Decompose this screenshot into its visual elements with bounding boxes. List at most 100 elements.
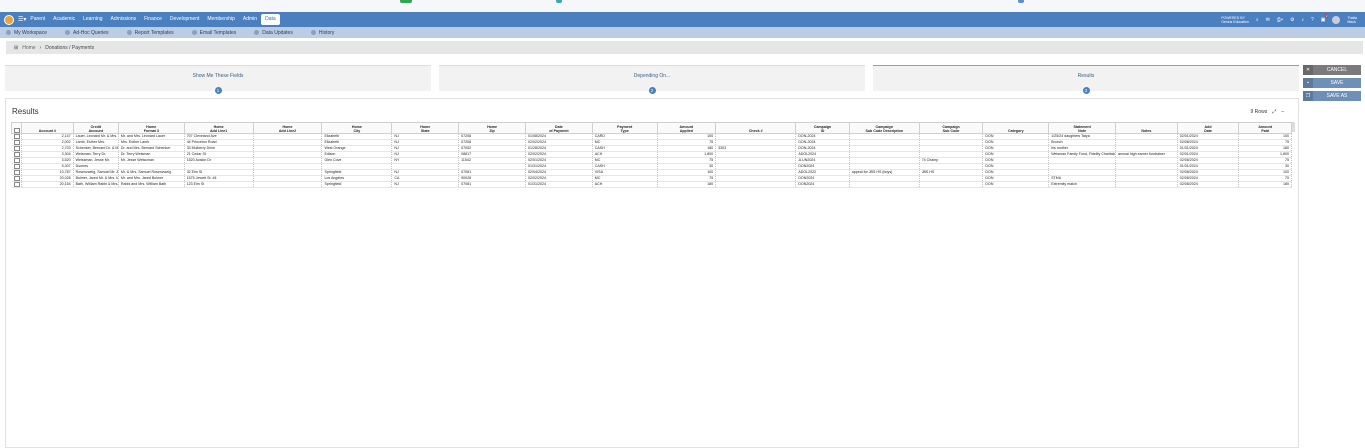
nav-item-development[interactable]: Development: [166, 12, 203, 27]
sub-nav: My Workspace Ad-Hoc Queries Report Templ…: [0, 27, 1365, 38]
column-header[interactable]: Category: [982, 122, 1050, 134]
row-checkbox[interactable]: [13, 182, 20, 187]
table-cell: 180: [657, 181, 717, 188]
nav-item-learning[interactable]: Learning: [79, 12, 106, 27]
column-header[interactable]: Notes: [1115, 122, 1178, 134]
column-header[interactable]: Account #: [21, 122, 74, 134]
select-all-checkbox[interactable]: [13, 128, 20, 133]
breadcrumb-current: Donations / Payments: [45, 44, 95, 51]
collapse-icon[interactable]: –: [1281, 109, 1284, 115]
expand-icon[interactable]: ⤢: [1272, 109, 1276, 115]
grid-icon[interactable]: ☰▾: [18, 16, 26, 23]
breadcrumb-separator: ›: [39, 44, 42, 51]
column-header[interactable]: Home Add Line1: [183, 122, 254, 134]
row-count: 9 Rows: [1250, 109, 1268, 115]
cancel-button[interactable]: ✕ CANCEL: [1303, 65, 1361, 75]
results-title: Results: [12, 107, 39, 116]
settings-icon[interactable]: ⚙: [1290, 17, 1294, 23]
search-icon[interactable]: ⌕: [1256, 17, 1259, 23]
nav-item-admissions[interactable]: Admissions: [107, 12, 141, 27]
nav-item-academic[interactable]: Academic: [49, 12, 79, 27]
powered-brand: Genius Education: [1221, 19, 1249, 24]
subnav-email-templates[interactable]: Email Templates: [186, 30, 249, 36]
table-cell: 123 Elm St: [184, 181, 254, 188]
subnav-my-workspace[interactable]: My Workspace: [0, 30, 59, 36]
column-header[interactable]: Campaign Sub Code: [918, 122, 984, 134]
avatar[interactable]: [1332, 15, 1341, 24]
row-checkbox[interactable]: [13, 164, 20, 169]
bell-icon[interactable]: ♪: [1301, 17, 1304, 23]
main-nav: ☰▾ Parent Academic Learning Admissions F…: [0, 12, 1365, 27]
row-checkbox[interactable]: [13, 146, 20, 151]
action-buttons: ✕ CANCEL ▪ SAVE ❐ SAVE AS: [1303, 65, 1361, 104]
column-header[interactable]: Credit Account: [72, 122, 119, 134]
step-fields[interactable]: Show Me These Fields 1: [5, 65, 431, 94]
step-results[interactable]: Results 3: [873, 65, 1299, 94]
table-cell: [715, 181, 797, 188]
row-checkbox[interactable]: [13, 134, 20, 139]
subnav-data-updates[interactable]: Data Updates: [248, 30, 305, 36]
column-header[interactable]: Campaign ID: [795, 122, 850, 134]
mail-icon[interactable]: ✉: [1266, 17, 1270, 23]
user-last-name: Mack: [1347, 19, 1356, 24]
column-header[interactable]: Home Add Line2: [252, 122, 323, 134]
column-header[interactable]: Date of Payment: [524, 122, 593, 134]
save-as-button[interactable]: ❐ SAVE AS: [1303, 91, 1361, 101]
subnav-adhoc-queries[interactable]: Ad-Hoc Queries: [59, 30, 121, 36]
column-header[interactable]: Home City: [321, 122, 393, 134]
table-header: Account # Credit Account Home Format 3 Home…: [10, 122, 1292, 134]
row-checkbox[interactable]: [13, 158, 20, 163]
column-header[interactable]: Home Format 3: [117, 122, 185, 134]
table-cell: Bath, William Rabbi & Mrs. Shulamit: [73, 181, 119, 188]
select-all-header[interactable]: [10, 122, 23, 134]
print-icon[interactable]: ⎙▾: [1277, 17, 1283, 23]
grid-icon[interactable]: ⊞: [14, 45, 18, 51]
table-cell: 01/31/2024: [525, 181, 593, 188]
user-name[interactable]: Thalia Mack: [1347, 16, 1357, 24]
column-header[interactable]: Campaign Sub Code Description: [848, 122, 920, 134]
table-body: 2,147Lauer, Leonard Mr. & Mrs. AimeeMr. …: [11, 133, 1292, 188]
update-icon: [254, 30, 260, 35]
breadcrumb: ⊞ Home › Donations / Payments: [6, 41, 1363, 54]
app-logo-icon[interactable]: [4, 14, 14, 25]
row-select-cell[interactable]: [11, 181, 23, 188]
column-header[interactable]: Amount Paid: [1238, 122, 1292, 134]
row-checkbox[interactable]: [13, 176, 20, 181]
column-header[interactable]: Check #: [715, 122, 797, 134]
notifications-icon[interactable]: ▣ 2: [1321, 13, 1329, 23]
top-marker: [400, 0, 412, 3]
save-button[interactable]: ▪ SAVE: [1303, 78, 1361, 88]
nav-item-parent[interactable]: Parent: [26, 12, 49, 27]
nav-item-data[interactable]: Data: [261, 14, 280, 25]
subnav-report-templates[interactable]: Report Templates: [121, 30, 186, 36]
column-header[interactable]: Home Zip: [458, 122, 526, 134]
table-cell: Springfield: [321, 181, 393, 188]
wizard-steps: Show Me These Fields 1 Depending On... 2…: [5, 65, 1299, 94]
help-icon[interactable]: ?: [1311, 17, 1314, 23]
column-header[interactable]: Payment Type: [591, 122, 658, 134]
table-row[interactable]: 20,154Bath, William Rabbi & Mrs. Shulami…: [11, 181, 1292, 188]
column-header[interactable]: Statement Note: [1048, 122, 1117, 134]
step-depending[interactable]: Depending On... 2: [439, 65, 865, 94]
subnav-label: Data Updates: [262, 29, 293, 36]
column-header[interactable]: Add Date: [1176, 122, 1240, 134]
breadcrumb-home[interactable]: Home: [22, 45, 35, 51]
row-checkbox[interactable]: [13, 152, 20, 157]
step-number: 3: [1082, 87, 1090, 94]
save-icon: ▪: [1303, 78, 1313, 88]
nav-item-finance[interactable]: Finance: [140, 12, 166, 27]
table-scrollbar[interactable]: [1292, 122, 1295, 132]
results-panel: Results 9 Rows ⤢ – Account # Credit Accou…: [5, 98, 1299, 448]
table-cell: Rosenzweig, Samuel Mr. & Mrs. Deborah: [73, 169, 119, 176]
nav-item-admin[interactable]: Admin: [239, 12, 261, 27]
subnav-history[interactable]: History: [305, 30, 347, 36]
nav-item-membership[interactable]: Membership: [203, 12, 239, 27]
column-header[interactable]: Home State: [391, 122, 460, 134]
row-checkbox[interactable]: [13, 170, 20, 175]
powered-label: POWERED BY: [1221, 15, 1245, 20]
table-cell: ACH: [592, 181, 658, 188]
row-checkbox[interactable]: [13, 140, 20, 145]
column-header[interactable]: Amount Applied: [656, 122, 717, 134]
subnav-label: Report Templates: [134, 29, 174, 36]
results-table: Account # Credit Account Home Format 3 Home…: [10, 122, 1292, 188]
